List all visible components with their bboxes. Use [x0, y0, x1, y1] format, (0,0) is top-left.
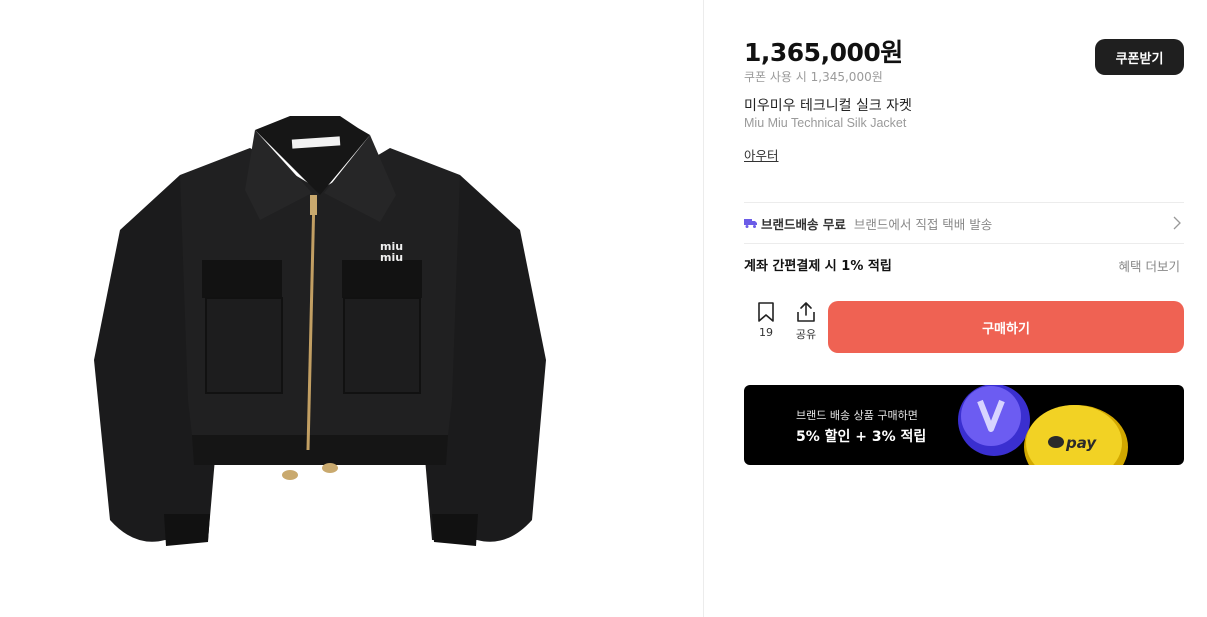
product-image[interactable]: miu miu: [80, 100, 560, 550]
truck-icon: [744, 219, 757, 228]
product-price: 1,365,000원: [744, 38, 903, 67]
coupon-price: 쿠폰 사용 시 1,345,000원: [744, 70, 883, 84]
banner-line2: 5% 할인 + 3% 적립: [796, 429, 927, 445]
divider: [703, 0, 704, 617]
coin-text: pay: [1065, 434, 1097, 452]
buy-button[interactable]: 구매하기: [828, 301, 1184, 353]
svg-text:miu: miu: [380, 251, 403, 264]
banner-line1: 브랜드 배송 상품 구매하면: [796, 409, 918, 422]
bookmark-count: 19: [759, 326, 773, 339]
share-icon: [797, 302, 815, 322]
product-image-area: miu miu: [0, 0, 703, 617]
benefit-row: 계좌 간편결제 시 1% 적립 혜택 더보기: [744, 244, 1184, 284]
bookmark-icon: [758, 302, 774, 322]
benefit-label: 계좌 간편결제 시 1% 적립: [744, 258, 892, 274]
share-label: 공유: [795, 328, 817, 341]
shipping-description: 브랜드에서 직접 택배 발송: [853, 216, 993, 232]
promo-coins-icon: pay: [958, 385, 1128, 465]
category-link[interactable]: 아우터: [744, 145, 779, 164]
shipping-label: 브랜드배송 무료: [761, 216, 846, 232]
coupon-button[interactable]: 쿠폰받기: [1095, 39, 1184, 75]
shipping-row[interactable]: 브랜드배송 무료 브랜드에서 직접 택배 발송: [744, 203, 1184, 243]
product-name-en: Miu Miu Technical Silk Jacket: [744, 116, 907, 130]
action-bar: 19 공유 구매하기: [744, 301, 1184, 353]
bookmark-button[interactable]: 19: [746, 301, 786, 353]
chevron-right-icon: [1173, 216, 1181, 230]
product-page: miu miu 1,365,000원 쿠폰 사용 시 1,345,000원 쿠폰…: [0, 0, 1207, 617]
product-name-ko: 미우미우 테크니컬 실크 자켓: [744, 98, 912, 114]
promo-banner[interactable]: 브랜드 배송 상품 구매하면 5% 할인 + 3% 적립 pay: [744, 385, 1184, 465]
benefit-more-link[interactable]: 혜택 더보기: [1119, 256, 1180, 275]
share-button[interactable]: 공유: [786, 301, 826, 353]
